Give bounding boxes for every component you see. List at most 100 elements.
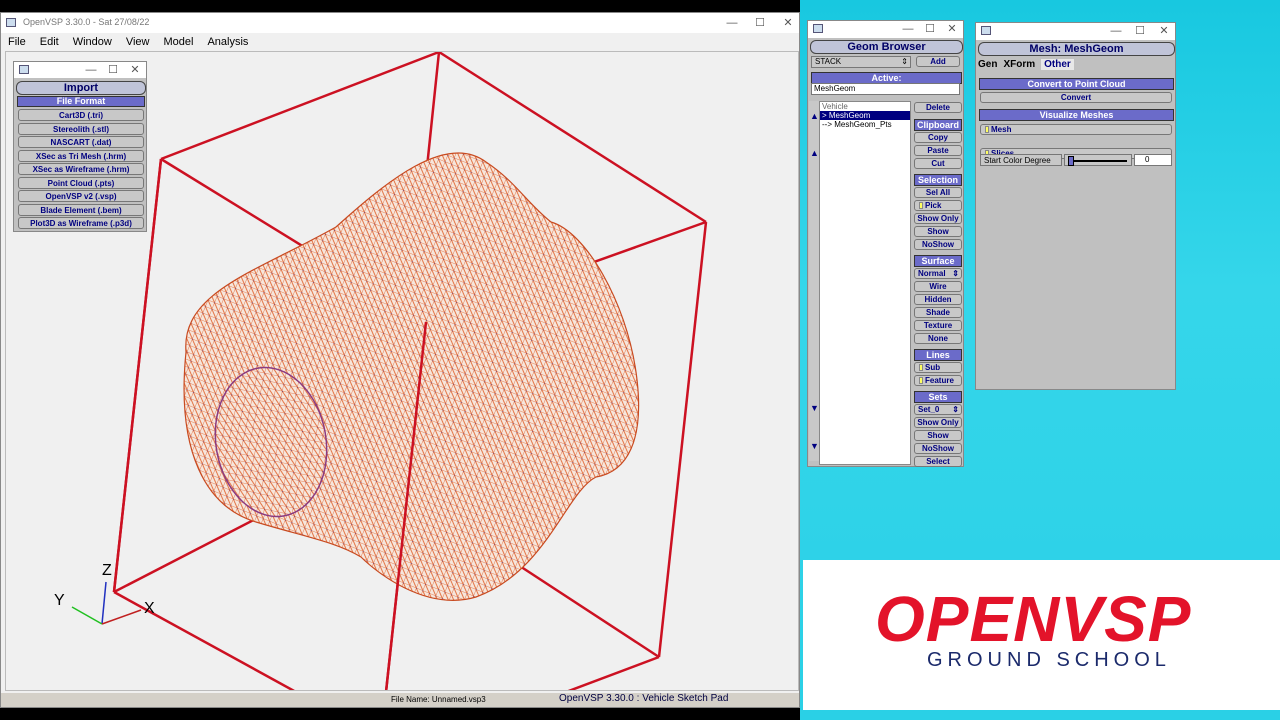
geom-tree[interactable]: Vehicle > MeshGeom --> MeshGeom_Pts [819, 101, 911, 465]
tree-scroll-controls: ▲ ▲ ▼ ▼ [809, 101, 819, 461]
menu-window[interactable]: Window [66, 33, 119, 51]
wire-button[interactable]: Wire [914, 281, 962, 292]
mesh-geom-titlebar[interactable]: — ☐ ✕ [976, 23, 1175, 40]
tree-item-vehicle[interactable]: Vehicle [820, 102, 910, 111]
updown-icon: ⇕ [952, 405, 959, 414]
axis-y-label: Y [54, 592, 65, 609]
active-field[interactable]: MeshGeom [811, 83, 960, 95]
sel-all-button[interactable]: Sel All [914, 187, 962, 198]
slider-track [1073, 160, 1127, 162]
maximize-icon[interactable]: ☐ [106, 62, 120, 78]
main-title: OpenVSP 3.30.0 - Sat 27/08/22 [23, 17, 150, 27]
add-button[interactable]: Add [916, 56, 960, 67]
import-button-list: Cart3D (.tri) Stereolith (.stl) NASCART … [18, 109, 144, 229]
paste-button[interactable]: Paste [914, 145, 962, 156]
mesh-toggle[interactable]: Mesh [980, 124, 1172, 135]
sets-header: Sets [914, 391, 962, 403]
none-button[interactable]: None [914, 333, 962, 344]
pick-toggle[interactable]: Pick [914, 200, 962, 211]
mesh-geom-window: — ☐ ✕ Mesh: MeshGeom Gen XForm Other Conve… [975, 22, 1176, 390]
axis-x-label: X [144, 600, 155, 617]
geom-browser-title: Geom Browser [810, 40, 963, 54]
geom-browser-titlebar[interactable]: — ☐ ✕ [808, 21, 963, 38]
import-cart3d-button[interactable]: Cart3D (.tri) [18, 109, 144, 121]
import-point-cloud-button[interactable]: Point Cloud (.pts) [18, 176, 144, 189]
menu-edit[interactable]: Edit [33, 33, 66, 51]
maximize-icon[interactable]: ☐ [1133, 23, 1147, 39]
slider-handle[interactable] [1068, 156, 1074, 166]
import-stl-button[interactable]: Stereolith (.stl) [18, 122, 144, 135]
tab-xform[interactable]: XForm [1003, 59, 1035, 70]
minimize-icon[interactable]: — [1109, 23, 1123, 39]
surface-mode-select[interactable]: Normal ⇕ [914, 268, 962, 279]
close-icon[interactable]: ✕ [945, 21, 959, 37]
minimize-icon[interactable]: — [725, 15, 739, 31]
app-icon [19, 65, 29, 74]
tab-gen[interactable]: Gen [978, 59, 997, 70]
import-title: Import [16, 81, 146, 95]
tree-item-meshgeom[interactable]: > MeshGeom [820, 111, 910, 120]
move-bottom-icon[interactable]: ▼ [810, 441, 819, 451]
file-format-header: File Format [17, 96, 145, 107]
sub-indicator [919, 364, 923, 371]
set-show-only-button[interactable]: Show Only [914, 417, 962, 428]
shade-button[interactable]: Shade [914, 307, 962, 318]
import-xsec-trimesh-button[interactable]: XSec as Tri Mesh (.hrm) [18, 149, 144, 162]
start-color-degree-input[interactable]: 0 [1134, 154, 1172, 166]
import-nascart-button[interactable]: NASCART (.dat) [18, 136, 144, 148]
menu-file[interactable]: File [1, 33, 33, 51]
import-window: — ☐ ✕ Import File Format Cart3D (.tri) Ste… [13, 61, 147, 232]
close-icon[interactable]: ✕ [1157, 23, 1171, 39]
texture-button[interactable]: Texture [914, 320, 962, 331]
app-icon [813, 24, 823, 33]
show-only-button[interactable]: Show Only [914, 213, 962, 224]
delete-button[interactable]: Delete [914, 102, 962, 113]
start-color-degree-slider[interactable] [1064, 154, 1132, 166]
stack-select[interactable]: STACK ⇕ [811, 56, 911, 68]
show-button[interactable]: Show [914, 226, 962, 237]
move-down-icon[interactable]: ▼ [810, 403, 819, 413]
set-noshow-button[interactable]: NoShow [914, 443, 962, 454]
move-top-icon[interactable]: ▲ [810, 111, 819, 121]
noshow-button[interactable]: NoShow [914, 239, 962, 250]
sub-toggle[interactable]: Sub [914, 362, 962, 373]
status-file-name: File Name: Unnamed.vsp3 [391, 695, 486, 704]
minimize-icon[interactable]: — [84, 62, 98, 78]
menu-model[interactable]: Model [156, 33, 200, 51]
set-value: Set_0 [918, 405, 940, 414]
move-up-icon[interactable]: ▲ [810, 148, 819, 158]
geom-browser-window: — ☐ ✕ Geom Browser STACK ⇕ Add Active: Mesh… [807, 20, 964, 467]
set-show-button[interactable]: Show [914, 430, 962, 441]
maximize-icon[interactable]: ☐ [753, 15, 767, 31]
set-select[interactable]: Set_0 ⇕ [914, 404, 962, 415]
cut-button[interactable]: Cut [914, 158, 962, 169]
import-plot3d-button[interactable]: Plot3D as Wireframe (.p3d) [18, 217, 144, 229]
mesh-tabs: Gen XForm Other [978, 59, 1074, 70]
tree-item-meshgeom-pts[interactable]: --> MeshGeom_Pts [820, 120, 910, 129]
close-icon[interactable]: ✕ [128, 62, 142, 78]
feature-toggle[interactable]: Feature [914, 375, 962, 386]
surface-header: Surface [914, 255, 962, 267]
convert-button[interactable]: Convert [980, 92, 1172, 103]
import-vsp-v2-button[interactable]: OpenVSP v2 (.vsp) [18, 190, 144, 202]
menu-view[interactable]: View [119, 33, 157, 51]
pick-label: Pick [925, 201, 942, 210]
maximize-icon[interactable]: ☐ [923, 21, 937, 37]
close-icon[interactable]: ✕ [781, 15, 795, 31]
status-bar: File Name: Unnamed.vsp3 OpenVSP 3.30.0 :… [1, 693, 799, 707]
convert-header: Convert to Point Cloud [979, 78, 1174, 90]
set-select-button[interactable]: Select [914, 456, 962, 467]
axes-triad [71, 581, 142, 625]
mesh-geom-title: Mesh: MeshGeom [978, 42, 1175, 56]
import-xsec-wireframe-button[interactable]: XSec as Wireframe (.hrm) [18, 163, 144, 175]
pick-indicator [919, 202, 923, 209]
copy-button[interactable]: Copy [914, 132, 962, 143]
app-icon [6, 18, 16, 27]
import-blade-element-button[interactable]: Blade Element (.bem) [18, 203, 144, 216]
main-titlebar[interactable]: OpenVSP 3.30.0 - Sat 27/08/22 — ☐ ✕ [1, 13, 799, 33]
tab-other[interactable]: Other [1041, 59, 1074, 70]
import-titlebar[interactable]: — ☐ ✕ [14, 62, 146, 78]
menu-analysis[interactable]: Analysis [200, 33, 255, 51]
minimize-icon[interactable]: — [901, 21, 915, 37]
hidden-button[interactable]: Hidden [914, 294, 962, 305]
